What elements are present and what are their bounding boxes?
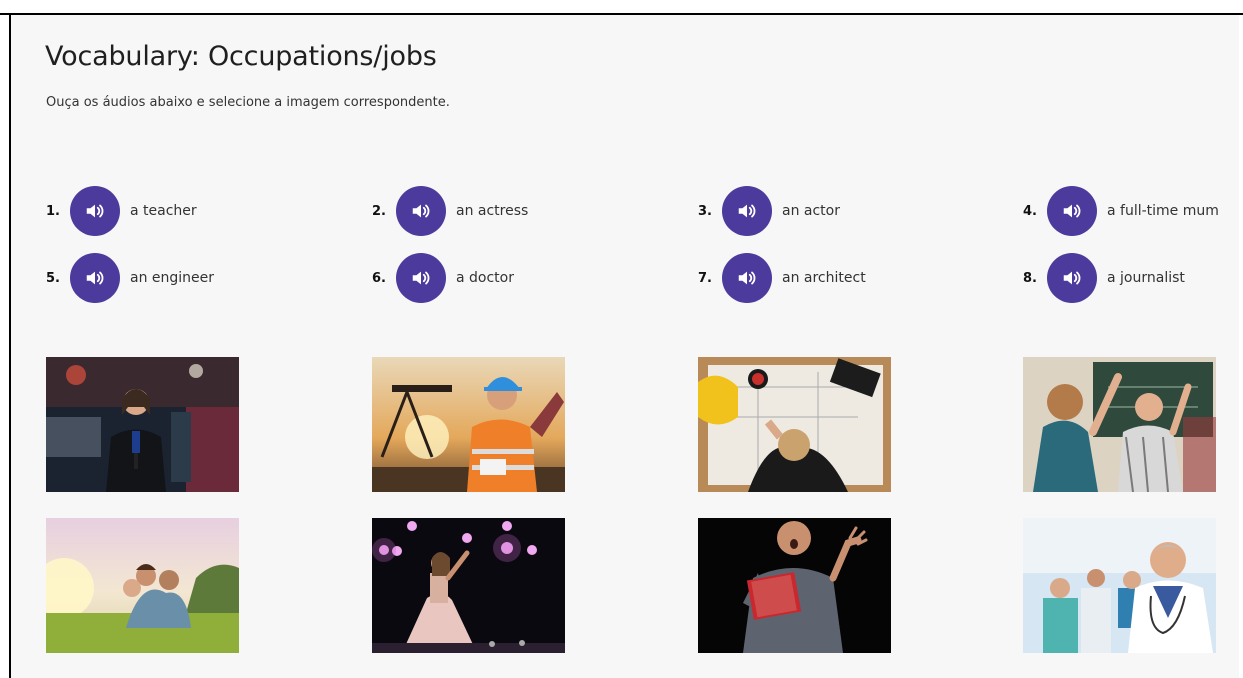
- architect-photo: [698, 357, 891, 492]
- audio-item-4: 4. a full-time mum: [1023, 186, 1219, 236]
- item-number: 7.: [698, 270, 712, 286]
- item-number: 2.: [372, 203, 386, 219]
- full-time-mum-photo: [46, 518, 239, 653]
- speaker-icon: [86, 271, 104, 285]
- image-option-architect[interactable]: [698, 357, 891, 492]
- play-audio-button[interactable]: [722, 253, 772, 303]
- audio-label: an actress: [456, 203, 529, 219]
- audio-item-7: 7. an architect: [698, 253, 866, 303]
- image-option-journalist[interactable]: [46, 357, 239, 492]
- actress-photo: [372, 518, 565, 653]
- audio-label: a journalist: [1107, 270, 1185, 286]
- audio-item-5: 5. an engineer: [46, 253, 214, 303]
- audio-label: a teacher: [130, 203, 197, 219]
- doctor-photo: [1023, 518, 1216, 653]
- image-option-actor[interactable]: [698, 518, 891, 653]
- play-audio-button[interactable]: [70, 253, 120, 303]
- audio-label: a full-time mum: [1107, 203, 1219, 219]
- audio-item-3: 3. an actor: [698, 186, 840, 236]
- instruction-text: Ouça os áudios abaixo e selecione a imag…: [46, 95, 450, 110]
- image-option-teacher[interactable]: [1023, 357, 1216, 492]
- speaker-icon: [86, 204, 104, 218]
- item-number: 8.: [1023, 270, 1037, 286]
- play-audio-button[interactable]: [722, 186, 772, 236]
- play-audio-button[interactable]: [1047, 186, 1097, 236]
- item-number: 4.: [1023, 203, 1037, 219]
- audio-label: a doctor: [456, 270, 514, 286]
- audio-item-8: 8. a journalist: [1023, 253, 1185, 303]
- play-audio-button[interactable]: [70, 186, 120, 236]
- image-option-doctor[interactable]: [1023, 518, 1216, 653]
- speaker-icon: [738, 204, 756, 218]
- item-number: 3.: [698, 203, 712, 219]
- play-audio-button[interactable]: [396, 253, 446, 303]
- actor-photo: [698, 518, 891, 653]
- speaker-icon: [1063, 271, 1081, 285]
- speaker-icon: [738, 271, 756, 285]
- speaker-icon: [412, 271, 430, 285]
- audio-label: an engineer: [130, 270, 215, 286]
- audio-item-2: 2. an actress: [372, 186, 528, 236]
- speaker-icon: [412, 204, 430, 218]
- audio-label: an architect: [782, 270, 866, 286]
- audio-label: an actor: [782, 203, 840, 219]
- item-number: 6.: [372, 270, 386, 286]
- item-number: 1.: [46, 203, 60, 219]
- engineer-photo: [372, 357, 565, 492]
- play-audio-button[interactable]: [1047, 253, 1097, 303]
- exercise-card: Vocabulary: Occupations/jobs Ouça os áud…: [11, 15, 1239, 678]
- image-option-engineer[interactable]: [372, 357, 565, 492]
- speaker-icon: [1063, 204, 1081, 218]
- page-title: Vocabulary: Occupations/jobs: [45, 41, 437, 72]
- item-number: 5.: [46, 270, 60, 286]
- teacher-photo: [1023, 357, 1216, 492]
- image-option-full-time-mum[interactable]: [46, 518, 239, 653]
- audio-item-6: 6. a doctor: [372, 253, 514, 303]
- audio-item-1: 1. a teacher: [46, 186, 197, 236]
- play-audio-button[interactable]: [396, 186, 446, 236]
- image-option-actress[interactable]: [372, 518, 565, 653]
- journalist-photo: [46, 357, 239, 492]
